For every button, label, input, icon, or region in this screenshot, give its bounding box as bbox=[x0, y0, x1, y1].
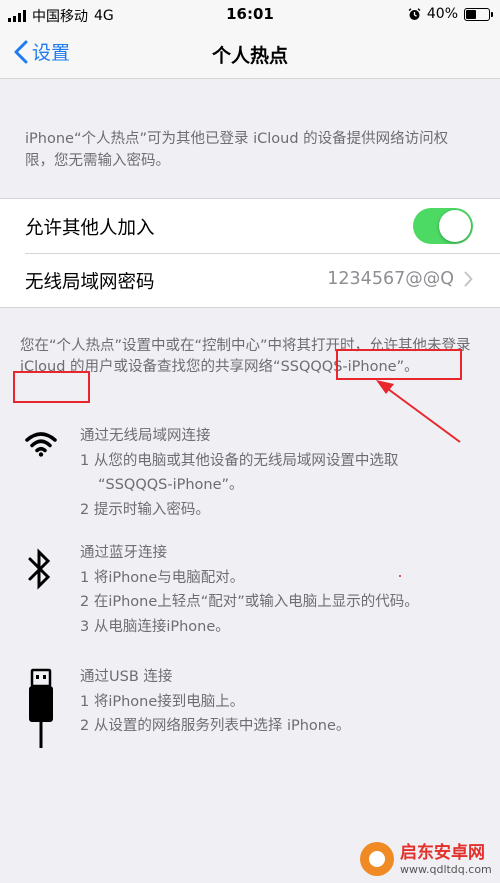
wifi-password-label: 无线局域网密码 bbox=[25, 272, 155, 293]
usb-method-title: 通过USB 连接 bbox=[80, 669, 173, 685]
bluetooth-step-1: 1 将iPhone与电脑配对。 bbox=[80, 569, 245, 586]
battery-icon bbox=[464, 7, 493, 21]
battery-fill bbox=[466, 9, 476, 19]
wifi-step-1-network: “SSQQQS-iPhone”。 bbox=[98, 477, 244, 493]
usb-step-1: 1 将iPhone接到电脑上。 bbox=[80, 693, 245, 710]
battery-percent: 40% bbox=[426, 6, 458, 22]
hotspot-description: iPhone“个人热点”可为其他已登录 iCloud 的设备提供网络访问权限，您… bbox=[25, 131, 449, 169]
toggle-knob bbox=[439, 210, 471, 242]
watermark-url: www.qdltdq.com bbox=[400, 862, 492, 876]
page-title: 个人热点 bbox=[211, 45, 288, 67]
allow-others-toggle[interactable] bbox=[413, 208, 473, 244]
navigation-bar: 设置 个人热点 bbox=[0, 30, 500, 79]
wifi-connection-section: 通过无线局域网连接 1 从您的电脑或其他设备的无线局域网设置中选取 “SSQQQ… bbox=[80, 424, 480, 522]
usb-icon bbox=[29, 668, 53, 748]
allow-others-label: 允许其他人加入 bbox=[25, 218, 155, 239]
watermark-text: 启东安卓网 www.qdltdq.com bbox=[400, 843, 492, 876]
wifi-password-value: 1234567@@Q bbox=[327, 269, 454, 289]
wifi-password-row[interactable]: 无线局域网密码 1234567@@Q bbox=[0, 253, 500, 307]
bluetooth-step-2: 2 在iPhone上轻点“配对”或输入电脑上显示的代码。 bbox=[80, 594, 419, 610]
bluetooth-step-3: 3 从电脑连接iPhone。 bbox=[80, 618, 230, 635]
watermark: 启东安卓网 www.qdltdq.com bbox=[360, 835, 500, 883]
alarm-icon bbox=[408, 7, 421, 20]
wifi-step-2: 2 提示时输入密码。 bbox=[80, 501, 210, 518]
status-bar: 中国移动 4G 16:01 40% bbox=[0, 0, 500, 30]
watermark-logo-icon bbox=[360, 842, 394, 876]
usb-connection-section: 通过USB 连接 1 将iPhone接到电脑上。 2 从设置的网络服务列表中选择… bbox=[80, 665, 480, 739]
watermark-name: 启东安卓网 bbox=[400, 842, 485, 863]
bluetooth-icon bbox=[28, 548, 51, 590]
highlight-box-network-name-end bbox=[13, 371, 90, 403]
settings-group: 允许其他人加入 无线局域网密码 1234567@@Q bbox=[0, 198, 500, 308]
wifi-method-title: 通过无线局域网连接 bbox=[80, 428, 211, 444]
wifi-step-1: 1 从您的电脑或其他设备的无线局域网设置中选取 bbox=[80, 452, 399, 469]
wifi-icon bbox=[25, 432, 57, 457]
usb-step-2: 2 从设置的网络服务列表中选择 iPhone。 bbox=[80, 718, 351, 734]
allow-others-row: 允许其他人加入 bbox=[0, 199, 500, 253]
bluetooth-method-title: 通过蓝牙连接 bbox=[80, 545, 167, 561]
status-right: 40% bbox=[408, 6, 493, 22]
bluetooth-connection-section: 通过蓝牙连接 1 将iPhone与电脑配对。 2 在iPhone上轻点“配对”或… bbox=[80, 541, 480, 639]
chevron-right-icon bbox=[464, 271, 473, 287]
highlight-box-network-name bbox=[336, 349, 462, 380]
